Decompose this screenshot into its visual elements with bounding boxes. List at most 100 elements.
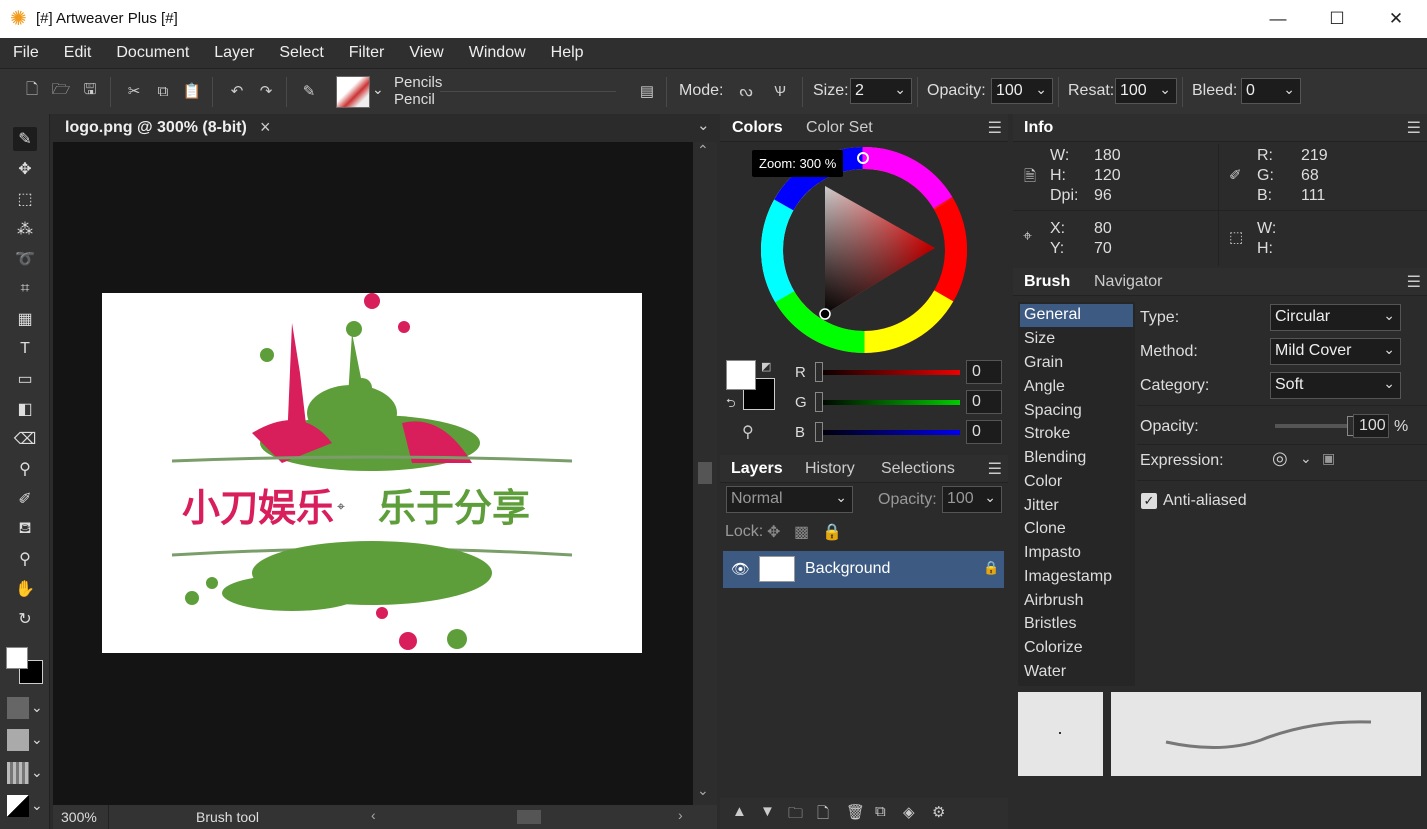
visibility-eye-icon[interactable]: 👁 <box>731 560 750 578</box>
size-select[interactable]: 2 ⌄ <box>850 78 912 104</box>
maximize-button[interactable]: ☐ <box>1308 0 1366 38</box>
r-input[interactable]: 0 <box>966 360 1002 384</box>
brush-opacity-slider[interactable] <box>1275 424 1353 428</box>
redo-icon[interactable]: ↷ <box>256 81 276 101</box>
brush-category-colorize[interactable]: Colorize <box>1020 637 1133 660</box>
new-file-icon[interactable]: 🗋 <box>22 81 42 101</box>
default-colors-icon[interactable]: ◩ <box>761 360 771 373</box>
tab-color-set[interactable]: Color Set <box>806 119 873 137</box>
tab-colors[interactable]: Colors <box>732 119 783 137</box>
tab-navigator[interactable]: Navigator <box>1094 273 1162 291</box>
resat-select[interactable]: 100 ⌄ <box>1115 78 1177 104</box>
bleed-select[interactable]: 0 ⌄ <box>1241 78 1301 104</box>
move-layer-up-icon[interactable]: ▲ <box>732 803 747 820</box>
minimize-button[interactable]: — <box>1249 0 1307 38</box>
b-input[interactable]: 0 <box>966 420 1002 444</box>
magic-wand-tool-icon[interactable]: ⁂ <box>13 217 37 241</box>
brush-category-impasto[interactable]: Impasto <box>1020 542 1133 565</box>
brush-category-spacing[interactable]: Spacing <box>1020 400 1133 423</box>
undo-icon[interactable]: ↶ <box>227 81 247 101</box>
brush-settings-icon[interactable]: ▤ <box>637 81 657 101</box>
lock-transparency-icon[interactable]: ▩ <box>794 522 809 542</box>
gradient-tool-icon[interactable]: ◧ <box>13 397 37 421</box>
zoom-status[interactable]: 300% <box>61 809 97 825</box>
texture-preset-1[interactable] <box>7 697 29 719</box>
brush-category-blending[interactable]: Blending <box>1020 447 1133 470</box>
tab-brush[interactable]: Brush <box>1024 273 1070 291</box>
r-slider-handle[interactable] <box>815 362 823 382</box>
tab-layers[interactable]: Layers <box>731 460 783 478</box>
brush-preset-thumbnail[interactable] <box>336 76 370 108</box>
stamp-icon[interactable]: ⚲ <box>742 422 754 442</box>
brush-category-airbrush[interactable]: Airbrush <box>1020 590 1133 613</box>
brush-category-stroke[interactable]: Stroke <box>1020 423 1133 446</box>
chevron-down-icon[interactable]: ⌄ <box>372 81 384 98</box>
brush-category-size[interactable]: Size <box>1020 328 1133 351</box>
panel-menu-icon[interactable]: ☰ <box>1407 272 1421 292</box>
hand-tool-icon[interactable]: ✋ <box>13 577 37 601</box>
antialias-checkbox[interactable]: ✓ <box>1141 493 1157 509</box>
tab-selections[interactable]: Selections <box>881 460 955 478</box>
brush-tool-icon[interactable]: ✎ <box>13 127 37 151</box>
close-tab-icon[interactable]: × <box>260 117 271 138</box>
foreground-color-swatch[interactable] <box>6 647 28 669</box>
layer-row[interactable]: 👁 Background 🔒 <box>723 551 1004 588</box>
layer-settings-icon[interactable]: ⚙ <box>932 803 945 821</box>
chevron-down-icon[interactable]: ⌄ <box>31 731 43 748</box>
chevron-left-icon[interactable]: ‹ <box>371 807 376 823</box>
brush-category-imagestamp[interactable]: Imagestamp <box>1020 566 1133 589</box>
menu-view[interactable]: View <box>396 44 455 62</box>
chevron-down-icon[interactable]: ⌄ <box>31 797 43 814</box>
chevron-down-icon[interactable]: ⌄ <box>697 782 709 799</box>
menu-layer[interactable]: Layer <box>201 44 266 62</box>
brush-category-angle[interactable]: Angle <box>1020 376 1133 399</box>
chevron-right-icon[interactable]: › <box>678 807 683 823</box>
horizontal-scroll-thumb[interactable] <box>517 810 541 824</box>
paste-icon[interactable]: 📋 <box>182 81 202 101</box>
b-slider-handle[interactable] <box>815 422 823 442</box>
texture-preset-3[interactable] <box>7 762 29 784</box>
brush-category-clone[interactable]: Clone <box>1020 518 1133 541</box>
cut-icon[interactable]: ✂ <box>124 81 144 101</box>
pencil-tool-icon[interactable]: ✎ <box>299 81 319 101</box>
blend-mode-select[interactable]: Normal ⌄ <box>726 486 853 513</box>
shape-tool-icon[interactable]: ▭ <box>13 367 37 391</box>
layer-opacity-select[interactable]: 100 ⌄ <box>942 486 1002 513</box>
brush-category-bristles[interactable]: Bristles <box>1020 613 1133 636</box>
save-icon[interactable]: 🖫 <box>80 81 100 101</box>
menu-file[interactable]: File <box>0 44 51 62</box>
expression-settings-icon[interactable]: ▣ <box>1322 450 1335 467</box>
eraser-tool-icon[interactable]: ⌫ <box>13 427 37 451</box>
move-layer-down-icon[interactable]: ▼ <box>760 803 775 820</box>
lock-all-icon[interactable]: 🔒 <box>822 522 842 542</box>
zoom-tool-icon[interactable]: ⚲ <box>13 547 37 571</box>
brush-opacity-input[interactable]: 100 <box>1353 414 1389 438</box>
panel-menu-icon[interactable]: ☰ <box>988 118 1002 138</box>
brush-category-jitter[interactable]: Jitter <box>1020 495 1133 518</box>
swap-colors-icon[interactable]: ⮌ <box>726 394 736 415</box>
menu-select[interactable]: Select <box>266 44 335 62</box>
delete-layer-icon[interactable]: 🗑 <box>846 803 865 821</box>
transform-tool-icon[interactable]: ▦ <box>13 307 37 331</box>
brush-category-general[interactable]: General <box>1020 304 1133 327</box>
new-group-icon[interactable]: 🗀 <box>788 803 803 828</box>
chevron-down-icon[interactable]: ⌄ <box>697 116 710 134</box>
lock-position-icon[interactable]: ✥ <box>767 522 780 542</box>
vertical-scrollbar[interactable]: ⌃ ⌄ <box>693 142 717 805</box>
fill-tool-icon[interactable]: ⛾ <box>13 517 37 541</box>
chevron-down-icon[interactable]: ⌄ <box>31 764 43 781</box>
brush-category-color[interactable]: Color <box>1020 471 1133 494</box>
merge-layer-icon[interactable]: ◈ <box>903 803 915 821</box>
panel-menu-icon[interactable]: ☰ <box>988 459 1002 479</box>
texture-preset-2[interactable] <box>7 729 29 751</box>
expression-target-icon[interactable]: ◎ <box>1272 448 1288 469</box>
menu-document[interactable]: Document <box>103 44 201 62</box>
foreground-color-swatch[interactable] <box>726 360 756 390</box>
new-layer-icon[interactable]: 🗋 <box>817 803 829 828</box>
eyedropper-tool-icon[interactable]: ✐ <box>13 487 37 511</box>
copy-icon[interactable]: ⧉ <box>153 81 173 101</box>
g-slider[interactable] <box>816 400 960 405</box>
chevron-down-icon[interactable]: ⌄ <box>1300 450 1312 467</box>
texture-preset-4[interactable] <box>7 795 29 817</box>
document-tab[interactable]: logo.png @ 300% (8-bit) <box>65 119 247 137</box>
